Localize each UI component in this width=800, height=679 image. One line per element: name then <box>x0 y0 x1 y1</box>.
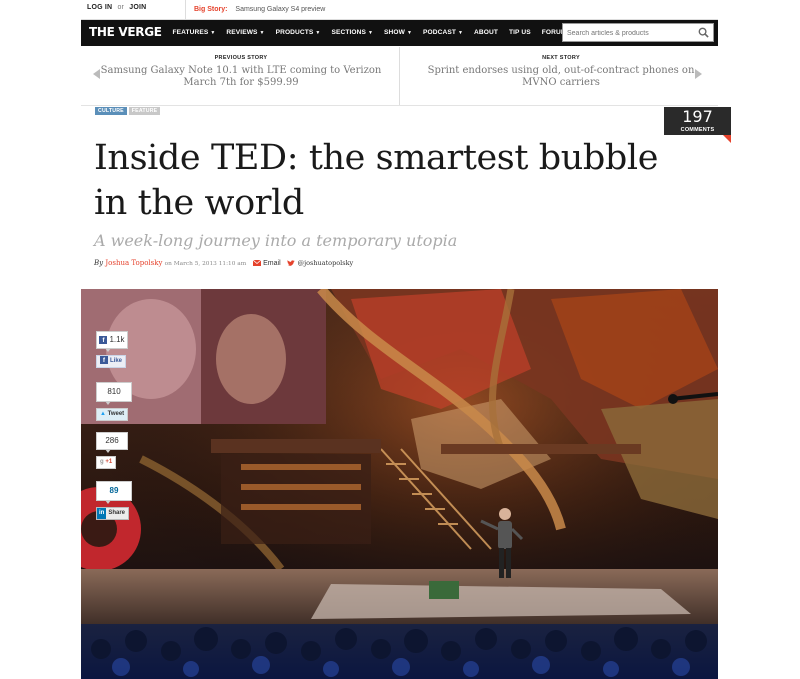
nav-show-label: SHOW <box>384 29 405 36</box>
nav-podcast-label: PODCAST <box>423 29 456 36</box>
or-text: or <box>117 4 125 11</box>
nav-show[interactable]: SHOW ▼ <box>379 20 418 46</box>
publish-date: on March 5, 2013 11:10 am <box>164 261 247 267</box>
search-icon[interactable] <box>698 27 709 38</box>
facebook-like-button[interactable]: f Like <box>96 355 127 368</box>
nav-features[interactable]: FEATURES ▼ <box>167 20 221 46</box>
nav-tip-us-label: TIP US <box>509 29 531 36</box>
linkedin-share-label: Share <box>108 510 126 516</box>
comments-corner <box>723 135 731 143</box>
comments-label: COMMENTS <box>680 127 715 133</box>
nav-reviews[interactable]: REVIEWS ▼ <box>221 20 270 46</box>
google-plus-count: 286 <box>96 432 128 453</box>
twitter-bird-icon: ▲ <box>100 411 106 417</box>
nav-items: FEATURES ▼ REVIEWS ▼ PRODUCTS ▼ SECTIONS ▼ S… <box>167 20 583 46</box>
nav-products-label: PRODUCTS <box>275 29 314 36</box>
google-plus-share: 286 g +1 <box>96 432 132 469</box>
top-bar: LOG IN or JOIN Big Story: Samsung Galaxy… <box>81 0 718 20</box>
site-logo[interactable]: THE VERGE <box>89 25 162 39</box>
account-links: LOG IN or JOIN <box>87 4 146 11</box>
page: LOG IN or JOIN Big Story: Samsung Galaxy… <box>81 0 731 679</box>
big-story-link[interactable]: Samsung Galaxy S4 preview <box>235 6 325 13</box>
previous-story-label: PREVIOUS STORY <box>214 55 268 61</box>
article-title: Inside TED: the smartest bubble in the w… <box>94 138 659 223</box>
story-nav-divider <box>399 47 400 105</box>
previous-story-title[interactable]: Samsung Galaxy Note 10.1 with LTE coming… <box>91 65 391 89</box>
author-link[interactable]: Joshua Topolsky <box>105 259 162 267</box>
linkedin-icon: in <box>97 508 107 519</box>
twitter-share: 810 ▲ Tweet <box>96 382 132 421</box>
next-story-title[interactable]: Sprint endorses using old, out-of-contra… <box>411 65 711 89</box>
twitter-count: 810 <box>96 382 132 405</box>
tag-feature[interactable]: FEATURE <box>128 107 161 115</box>
search-box <box>562 23 714 42</box>
next-story-label: NEXT STORY <box>542 55 580 61</box>
big-story-label: Big Story: <box>194 6 228 13</box>
nav-sections-label: SECTIONS <box>331 29 366 36</box>
facebook-like-label: Like <box>110 358 123 364</box>
comments-count: 197 <box>682 107 713 126</box>
hero-image: f 1.1k f Like 810 ▲ Tweet 286 g +1 89 in Sh… <box>81 289 718 679</box>
linkedin-share: 89 in Share <box>96 481 132 520</box>
caret-down-icon: ▼ <box>406 30 413 36</box>
caret-down-icon: ▼ <box>210 30 216 36</box>
facebook-icon: f <box>99 335 108 344</box>
article-dek: A week-long journey into a temporary uto… <box>94 231 458 250</box>
login-link[interactable]: LOG IN <box>87 4 112 11</box>
facebook-icon: f <box>100 356 108 365</box>
ted-stage-illustration <box>81 289 718 679</box>
article-tags: CULTURE FEATURE <box>95 107 161 115</box>
google-plus-label: +1 <box>105 459 113 465</box>
google-plus-button[interactable]: g +1 <box>96 456 117 469</box>
tweet-button[interactable]: ▲ Tweet <box>96 408 129 421</box>
caret-down-icon: ▼ <box>315 30 321 36</box>
byline: By Joshua Topolsky on March 5, 2013 11:1… <box>94 259 353 267</box>
email-icon <box>252 260 261 266</box>
caret-down-icon: ▼ <box>367 30 374 36</box>
nav-about-label: ABOUT <box>474 29 498 36</box>
nav-podcast[interactable]: PODCAST ▼ <box>418 20 469 46</box>
nav-sections[interactable]: SECTIONS ▼ <box>326 20 379 46</box>
search-input[interactable] <box>567 27 692 39</box>
nav-reviews-label: REVIEWS <box>226 29 258 36</box>
previous-story[interactable]: PREVIOUS STORY Samsung Galaxy Note 10.1 … <box>91 55 391 89</box>
twitter-icon <box>287 259 296 266</box>
linkedin-share-button[interactable]: in Share <box>96 507 130 520</box>
nav-tip-us[interactable]: TIP US <box>504 20 537 46</box>
twitter-handle-link[interactable]: @joshuatopolsky <box>298 259 354 267</box>
caret-down-icon: ▼ <box>259 30 265 36</box>
google-g-icon: g <box>100 459 104 465</box>
nav-products[interactable]: PRODUCTS ▼ <box>270 20 326 46</box>
comments-badge[interactable]: 197 COMMENTS <box>664 107 731 143</box>
join-link[interactable]: JOIN <box>129 4 146 11</box>
facebook-count-box: f 1.1k <box>96 331 128 352</box>
story-navigation: PREVIOUS STORY Samsung Galaxy Note 10.1 … <box>81 47 718 106</box>
nav-features-label: FEATURES <box>172 29 209 36</box>
main-nav: THE VERGE FEATURES ▼ REVIEWS ▼ PRODUCTS ▼ S… <box>81 20 718 46</box>
facebook-count: 1.1k <box>109 335 125 344</box>
big-story: Big Story: Samsung Galaxy S4 preview <box>185 0 325 19</box>
next-story[interactable]: NEXT STORY Sprint endorses using old, ou… <box>411 55 711 89</box>
email-link[interactable]: Email <box>263 260 281 267</box>
caret-down-icon: ▼ <box>457 30 464 36</box>
tweet-label: Tweet <box>107 411 125 417</box>
chevron-right-icon[interactable] <box>695 69 702 79</box>
facebook-share: f 1.1k f Like <box>96 331 132 368</box>
byline-by: By <box>94 259 104 267</box>
nav-about[interactable]: ABOUT <box>469 20 504 46</box>
tag-culture[interactable]: CULTURE <box>95 107 127 115</box>
linkedin-count: 89 <box>96 481 132 504</box>
